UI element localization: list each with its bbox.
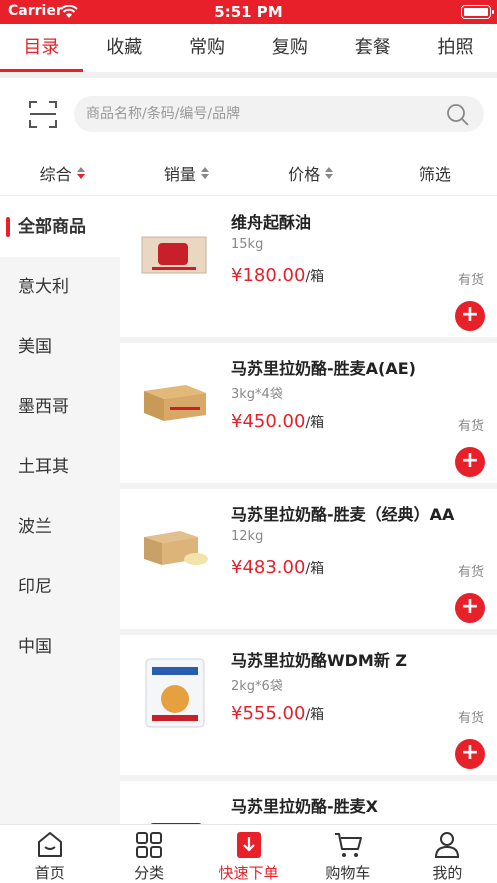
nav-label: 快速下单: [218, 864, 279, 882]
search-icon[interactable]: [446, 103, 470, 127]
stock-status: 有货: [457, 273, 484, 288]
price-value: ¥180.00: [231, 265, 306, 286]
sort-price[interactable]: 价格: [249, 150, 373, 195]
category-sidebar: 全部商品 意大利 美国 墨西哥 土耳其 波兰 印尼 中国: [0, 197, 120, 824]
price-unit: /箱: [305, 561, 325, 577]
sidebar-item-indonesia[interactable]: 印尼: [0, 557, 120, 617]
bottom-nav: 首页 分类 快速下单 购物车 我的: [0, 824, 497, 883]
product-image[interactable]: [140, 803, 210, 824]
sidebar-item-mexico[interactable]: 墨西哥: [0, 377, 120, 437]
stock-status: 有货: [457, 711, 484, 726]
product-item[interactable]: 马苏里拉奶酪-胜麦X: [120, 781, 497, 824]
product-spec: 3kg*4袋: [231, 387, 283, 402]
product-spec: 2kg*6袋: [231, 679, 283, 694]
quick-order-icon: [236, 832, 261, 858]
sidebar-item-poland[interactable]: 波兰: [0, 497, 120, 557]
tab-packages[interactable]: 套餐: [331, 24, 414, 72]
product-price: ¥555.00/箱: [231, 703, 324, 724]
product-name: 马苏里拉奶酪-胜麦X: [231, 797, 378, 816]
nav-label: 购物车: [325, 864, 371, 882]
category-grid-icon: [136, 832, 163, 858]
sidebar-item-china[interactable]: 中国: [0, 617, 120, 677]
sort-arrows-icon: [76, 166, 85, 179]
add-to-cart-button[interactable]: +: [455, 447, 485, 477]
sidebar-item-all[interactable]: 全部商品: [0, 197, 120, 257]
user-icon: [435, 832, 460, 858]
nav-category[interactable]: 分类: [99, 825, 198, 883]
sort-label: 价格: [288, 164, 321, 184]
nav-cart[interactable]: 购物车: [298, 825, 397, 883]
tab-repurchase[interactable]: 复购: [248, 24, 331, 72]
nav-label: 我的: [432, 864, 463, 882]
nav-label: 首页: [34, 864, 65, 882]
tab-catalog[interactable]: 目录: [0, 24, 83, 72]
sort-comprehensive[interactable]: 综合: [0, 150, 124, 195]
sort-bar: 综合 销量 价格 筛选: [0, 150, 497, 196]
sort-label: 筛选: [418, 164, 451, 184]
status-bar: Carrier 5:51 PM: [0, 0, 497, 24]
cart-icon: [334, 833, 362, 857]
add-to-cart-button[interactable]: +: [455, 593, 485, 623]
search-row: [0, 78, 497, 150]
product-item[interactable]: 维舟起酥油 15kg ¥180.00/箱 有货 +: [120, 197, 497, 343]
sidebar-item-italy[interactable]: 意大利: [0, 257, 120, 317]
price-unit: /箱: [305, 415, 325, 431]
product-image[interactable]: [140, 511, 210, 583]
sort-sales[interactable]: 销量: [124, 150, 248, 195]
sort-filter[interactable]: 筛选: [373, 150, 497, 195]
stock-status: 有货: [457, 419, 484, 434]
tab-favorites[interactable]: 收藏: [83, 24, 166, 72]
top-tabs: 目录 收藏 常购 复购 套餐 拍照: [0, 24, 497, 72]
add-to-cart-button[interactable]: +: [455, 301, 485, 331]
product-item[interactable]: 马苏里拉奶酪-胜麦A(AE) 3kg*4袋 ¥450.00/箱 有货 +: [120, 343, 497, 489]
nav-home[interactable]: 首页: [0, 825, 99, 883]
product-item[interactable]: 马苏里拉奶酪-胜麦（经典）AA 12kg ¥483.00/箱 有货 +: [120, 489, 497, 635]
price-value: ¥450.00: [231, 411, 306, 432]
product-spec: 15kg: [231, 237, 264, 252]
status-time: 5:51 PM: [214, 3, 283, 21]
sidebar-item-usa[interactable]: 美国: [0, 317, 120, 377]
product-spec: 12kg: [231, 529, 264, 544]
product-price: ¥180.00/箱: [231, 265, 324, 286]
nav-profile[interactable]: 我的: [398, 825, 497, 883]
scan-icon[interactable]: [28, 99, 58, 129]
battery-icon: [461, 5, 494, 19]
product-image[interactable]: [140, 365, 210, 437]
price-value: ¥483.00: [231, 557, 306, 578]
tab-photo[interactable]: 拍照: [414, 24, 497, 72]
search-box[interactable]: [74, 96, 484, 132]
product-image[interactable]: [140, 219, 210, 291]
nav-label: 分类: [134, 864, 165, 882]
home-icon: [37, 832, 62, 857]
sort-arrows-icon: [200, 166, 209, 179]
price-value: ¥555.00: [231, 703, 306, 724]
price-unit: /箱: [305, 269, 325, 285]
product-name: 维舟起酥油: [231, 213, 312, 232]
tab-frequent[interactable]: 常购: [166, 24, 249, 72]
nav-quick-order[interactable]: 快速下单: [199, 825, 298, 883]
sort-label: 销量: [163, 164, 196, 184]
price-unit: /箱: [305, 707, 325, 723]
product-name: 马苏里拉奶酪WDM新 Z: [231, 651, 408, 670]
stock-status: 有货: [457, 565, 484, 580]
product-price: ¥450.00/箱: [231, 411, 324, 432]
add-to-cart-button[interactable]: +: [455, 739, 485, 769]
sort-label: 综合: [39, 164, 72, 184]
product-item[interactable]: 马苏里拉奶酪WDM新 Z 2kg*6袋 ¥555.00/箱 有货 +: [120, 635, 497, 781]
product-price: ¥483.00/箱: [231, 557, 324, 578]
sort-arrows-icon: [325, 166, 334, 179]
product-name: 马苏里拉奶酪-胜麦A(AE): [231, 359, 416, 378]
product-image[interactable]: [140, 657, 210, 729]
product-name: 马苏里拉奶酪-胜麦（经典）AA: [231, 505, 455, 524]
product-list: 维舟起酥油 15kg ¥180.00/箱 有货 + 马苏里拉奶酪-胜麦A(AE)…: [120, 197, 497, 824]
sidebar-item-turkey[interactable]: 土耳其: [0, 437, 120, 497]
search-input[interactable]: [86, 96, 436, 132]
